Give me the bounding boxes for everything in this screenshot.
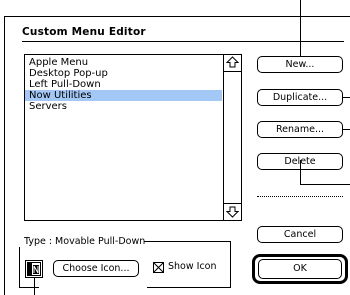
type-group-border-bottom	[19, 287, 39, 288]
menu-app-icon	[25, 260, 43, 278]
callout-line-icon	[34, 278, 35, 295]
menu-list-items: Apple Menu Desktop Pop-up Left Pull-Down…	[25, 55, 222, 220]
rename-button[interactable]: Rename...	[257, 121, 343, 138]
callout-line-delete-vertical	[300, 160, 301, 184]
button-separator	[257, 196, 343, 197]
type-group-border-bottom-right	[147, 287, 231, 288]
show-icon-label: Show Icon	[168, 261, 217, 272]
list-scrollbar[interactable]	[223, 55, 241, 220]
callout-line-new	[300, 0, 301, 57]
list-item-left-pull-down[interactable]: Left Pull-Down	[25, 79, 222, 90]
scroll-up-arrow-icon[interactable]	[224, 55, 241, 72]
show-icon-checkbox[interactable]	[153, 262, 164, 273]
choose-icon-button[interactable]: Choose Icon...	[53, 260, 139, 277]
new-button[interactable]: New...	[257, 56, 343, 73]
title-divider	[22, 41, 344, 42]
callout-line-duplicate	[342, 97, 350, 98]
ok-button[interactable]: OK	[258, 259, 342, 279]
list-item-servers[interactable]: Servers	[25, 101, 222, 112]
list-item-desktop-popup[interactable]: Desktop Pop-up	[25, 68, 222, 79]
cancel-button[interactable]: Cancel	[257, 226, 343, 243]
type-group-border-right	[230, 241, 231, 287]
dialog-title: Custom Menu Editor	[22, 26, 146, 38]
callout-line-rename	[342, 129, 350, 130]
menu-type-label: Type : Movable Pull-Down	[24, 236, 146, 247]
duplicate-button[interactable]: Duplicate...	[257, 89, 343, 106]
type-group-border-left	[19, 247, 20, 287]
menu-list[interactable]: Apple Menu Desktop Pop-up Left Pull-Down…	[24, 54, 242, 221]
callout-line-delete-horizontal	[300, 184, 350, 185]
list-item-now-utilities[interactable]: Now Utilities	[25, 90, 222, 101]
scroll-down-arrow-icon[interactable]	[224, 203, 241, 220]
type-group-border-top	[144, 241, 231, 242]
list-item-apple-menu[interactable]: Apple Menu	[25, 57, 222, 68]
